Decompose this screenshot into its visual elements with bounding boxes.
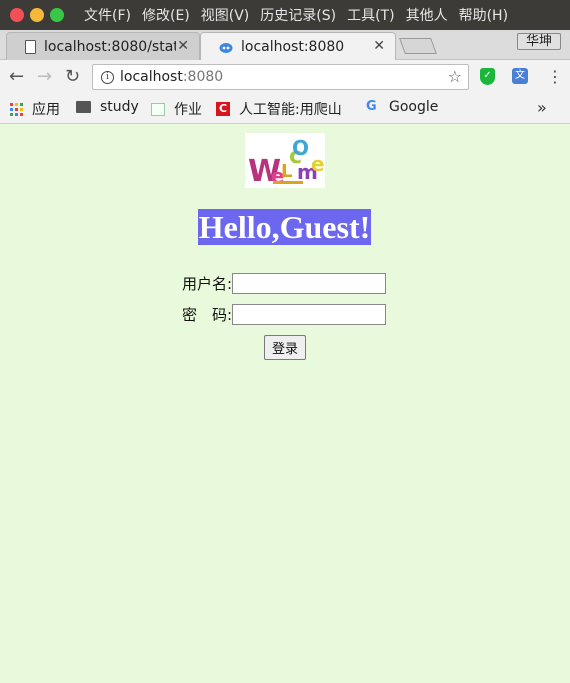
menu-edit[interactable]: 修改(E): [142, 5, 190, 25]
bookmark-apps[interactable]: 应用: [10, 99, 60, 119]
page-content: W e L c O m e Hello,Guest! 用户名: 密 码: 登录: [0, 125, 570, 683]
bookmark-label: study: [100, 99, 139, 115]
bookmark-label: 应用: [32, 102, 60, 118]
svg-text:e: e: [311, 152, 325, 176]
menu-people[interactable]: 其他人: [406, 5, 448, 25]
back-arrow-icon[interactable]: ←: [9, 66, 24, 87]
address-bar[interactable]: i localhost :8080 ☆: [92, 64, 469, 90]
close-icon[interactable]: ✕: [177, 38, 189, 54]
translate-extension-icon[interactable]: 文: [512, 68, 528, 84]
tab-strip: localhost:8080/stat ✕ localhost:8080 ✕ 华…: [0, 30, 570, 60]
bookmark-label: 人工智能:用爬山: [239, 102, 342, 118]
menu-history[interactable]: 历史记录(S): [260, 5, 336, 25]
browser-toolbar: ← → ↻ i localhost :8080 ☆ ✓ 文 ⋮: [0, 60, 570, 94]
tab-localhost[interactable]: localhost:8080 ✕: [200, 32, 396, 60]
shield-extension-icon[interactable]: ✓: [480, 68, 495, 85]
menu-view[interactable]: 视图(V): [201, 5, 250, 25]
reload-icon[interactable]: ↻: [65, 66, 80, 87]
maximize-window-button[interactable]: [50, 8, 64, 22]
cloud-icon: [219, 42, 233, 53]
tab-title: localhost:8080: [241, 38, 345, 55]
password-input[interactable]: [232, 304, 387, 325]
new-tab-button[interactable]: [399, 38, 437, 54]
svg-text:O: O: [292, 136, 309, 160]
login-button[interactable]: 登录: [264, 335, 306, 360]
menu-items: 文件(F) 修改(E) 视图(V) 历史记录(S) 工具(T) 其他人 帮助(H…: [84, 0, 519, 30]
folder-icon: [76, 101, 91, 113]
window-menubar: 文件(F) 修改(E) 视图(V) 历史记录(S) 工具(T) 其他人 帮助(H…: [0, 0, 570, 30]
welcome-logo: W e L c O m e: [245, 133, 325, 188]
menu-kebab-icon[interactable]: ⋮: [547, 67, 563, 86]
document-icon: [25, 39, 36, 54]
bookmarks-overflow-button[interactable]: »: [537, 98, 547, 117]
minimize-window-button[interactable]: [30, 8, 44, 22]
username-row: 用户名:: [182, 273, 387, 294]
username-input[interactable]: [232, 273, 387, 294]
forward-arrow-icon[interactable]: →: [37, 66, 52, 87]
menu-file[interactable]: 文件(F): [84, 5, 131, 25]
menu-help[interactable]: 帮助(H): [459, 5, 508, 25]
bookmark-star-icon[interactable]: ☆: [448, 67, 462, 86]
password-row: 密 码:: [182, 304, 387, 325]
tab-title: localhost:8080/stat: [44, 38, 176, 55]
bookmarks-bar: 应用 study 作业 C 人工智能:用爬山 G Google »: [0, 94, 570, 124]
close-icon[interactable]: ✕: [373, 38, 385, 54]
bookmark-study[interactable]: study: [76, 99, 139, 115]
close-window-button[interactable]: [10, 8, 24, 22]
google-icon: G: [366, 99, 377, 114]
url-port: :8080: [182, 69, 224, 85]
greeting-heading: Hello,Guest!: [198, 209, 371, 245]
bookmark-label: 作业: [174, 102, 202, 118]
password-label: 密 码:: [182, 306, 233, 324]
apps-grid-icon: [10, 102, 23, 116]
profile-button[interactable]: 华坤: [516, 33, 561, 50]
tab-localhost-stat[interactable]: localhost:8080/stat ✕: [6, 32, 200, 60]
username-label: 用户名:: [182, 275, 233, 293]
c-logo-icon: C: [216, 102, 230, 116]
bookmark-zuoye[interactable]: 作业: [151, 99, 202, 119]
url-host: localhost: [120, 69, 183, 85]
bookmark-ai[interactable]: C 人工智能:用爬山: [216, 99, 352, 119]
page-icon: [151, 102, 165, 116]
bookmark-google[interactable]: G Google: [366, 99, 438, 115]
info-icon[interactable]: i: [101, 70, 114, 84]
bookmark-label: Google: [389, 99, 439, 115]
menu-tools[interactable]: 工具(T): [347, 5, 394, 25]
